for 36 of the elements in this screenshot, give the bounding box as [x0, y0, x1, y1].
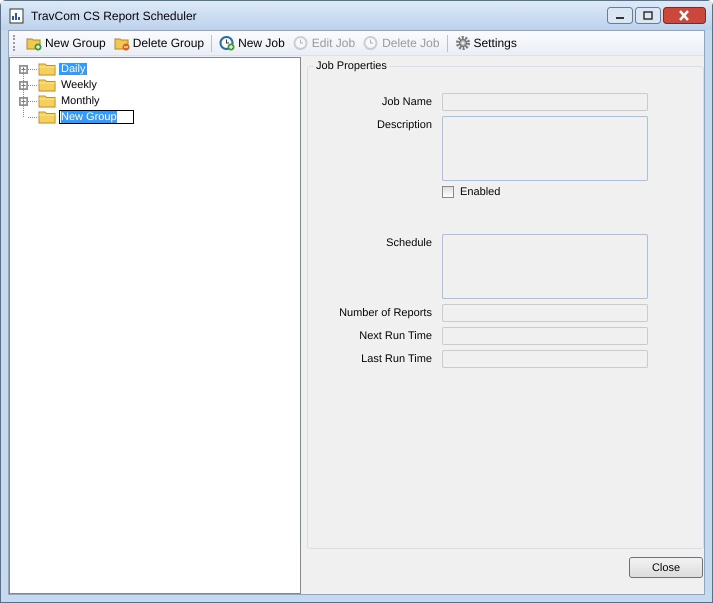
folder-icon [38, 110, 56, 124]
input-field[interactable] [442, 304, 648, 322]
checkbox-label: Enabled [460, 186, 500, 198]
maximize-button[interactable] [635, 7, 661, 24]
group-title: Job Properties [314, 60, 389, 72]
field-label: Schedule [385, 236, 432, 249]
folder-icon [38, 78, 56, 92]
toolbar-button[interactable]: Delete Group [110, 33, 208, 53]
clock-plus-icon [219, 35, 236, 51]
toolbar-button[interactable]: Settings [452, 33, 520, 53]
tree-item[interactable]: Weekly [59, 79, 99, 91]
toolbar-button[interactable]: New Group [23, 33, 109, 53]
field-label: Job Name [380, 95, 432, 108]
field-label: Number of Reports [338, 306, 432, 319]
close-button[interactable] [663, 7, 706, 24]
app-icon [9, 8, 25, 24]
expand-icon[interactable] [19, 96, 28, 106]
input-field[interactable] [442, 350, 648, 368]
close-button[interactable]: Close [629, 557, 703, 578]
input-field[interactable] [442, 93, 648, 111]
minimize-button[interactable] [607, 7, 633, 24]
field-label: Next Run Time [358, 329, 432, 342]
clock-icon [363, 35, 380, 51]
folder-icon [38, 94, 56, 108]
window-title: TravCom CS Report Scheduler [31, 8, 198, 22]
tree-item[interactable]: Monthly [59, 95, 102, 107]
expand-icon[interactable] [19, 64, 28, 74]
expand-icon[interactable] [19, 80, 28, 90]
clock-icon [292, 35, 309, 51]
toolbar-button[interactable]: New Job [216, 33, 288, 53]
folder-icon [38, 62, 56, 76]
settings-icon [454, 35, 470, 51]
field-label: Description [376, 118, 432, 131]
input-field[interactable] [442, 327, 648, 345]
field-label: Last Run Time [360, 352, 432, 365]
checkbox[interactable] [442, 186, 454, 198]
